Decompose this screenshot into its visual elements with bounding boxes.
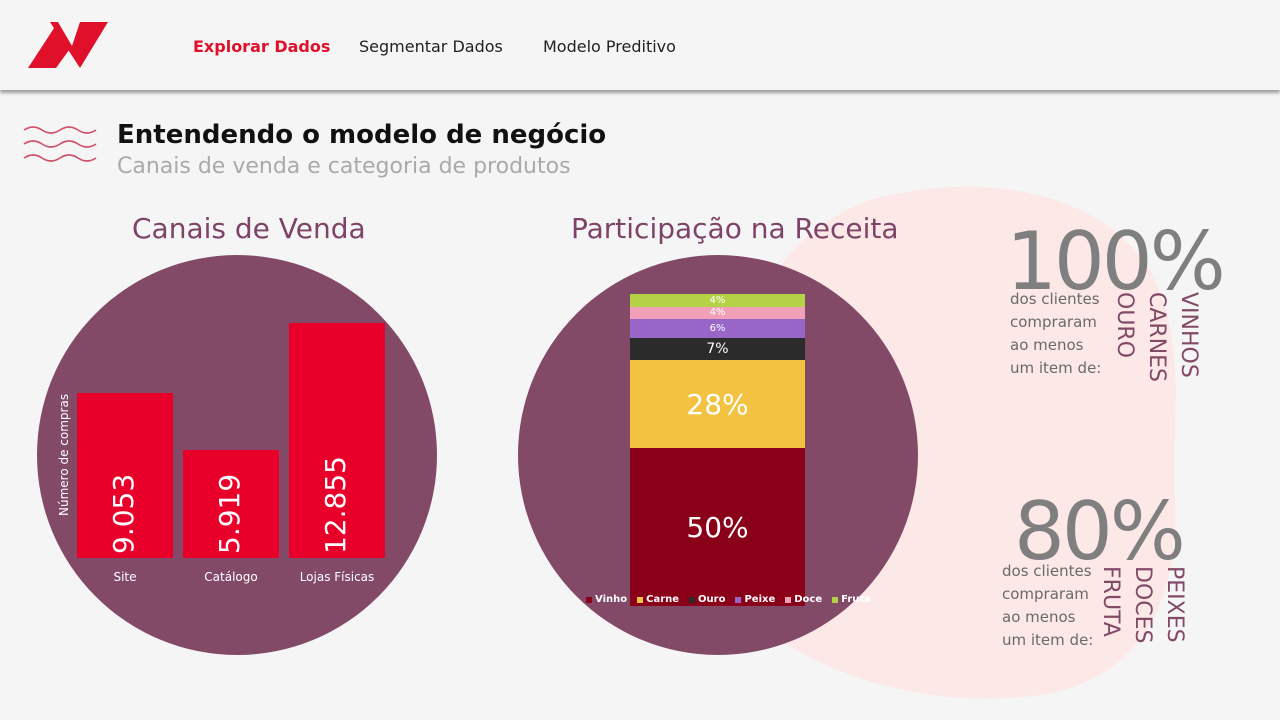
legend-item-carne: Carne (637, 594, 679, 605)
page-title: Entendendo o modelo de negócio (117, 120, 607, 150)
stat-2-category-fruta: FRUTA (1098, 566, 1123, 637)
legend-item-ouro: Ouro (689, 594, 725, 605)
legend-item-fruta: Fruta (832, 594, 871, 605)
chart-title-receita: Participação na Receita (571, 212, 899, 245)
chart-legend: Vinho Carne Ouro Peixe Doce Fruta (586, 594, 871, 605)
legend-swatch-fruta (832, 596, 839, 603)
stat-1-category-vinhos: VINHOS (1176, 292, 1201, 378)
category-label-lojas-fisicas: Lojas Físicas (299, 570, 375, 584)
legend-swatch-carne (637, 596, 644, 603)
segment-label-vinho: 50% (686, 510, 749, 544)
stat-caption-2-line: dos clientes (1002, 562, 1092, 580)
legend-swatch-ouro (689, 596, 696, 603)
y-axis-label: Número de compras (57, 393, 71, 516)
stack-segment-doce: 4% (630, 306, 805, 320)
stat-caption-2-line: ao menos (1002, 608, 1076, 626)
stat-caption-1-line: compraram (1010, 313, 1097, 331)
stat-caption-2-line: um item de: (1002, 631, 1094, 649)
top-navigation-bar: Explorar Dados Segmentar Dados Modelo Pr… (0, 0, 1280, 90)
stat-caption-2: dos clientes compraram ao menos um item … (1002, 560, 1112, 652)
segment-label-doce: 4% (709, 307, 726, 319)
segment-label-ouro: 7% (706, 341, 729, 358)
legend-item-doce: Doce (785, 594, 822, 605)
nav-tab-explorar-dados[interactable]: Explorar Dados (193, 37, 330, 56)
category-label-catalogo: Catálogo (204, 570, 258, 584)
legend-label-carne: Carne (646, 594, 680, 605)
legend-label-vinho: Vinho (595, 594, 628, 605)
stat-1-category-carnes: CARNES (1144, 292, 1169, 383)
stat-caption-1-line: dos clientes (1010, 290, 1100, 308)
legend-label-fruta: Fruta (841, 594, 871, 605)
legend-label-peixe: Peixe (744, 594, 776, 605)
stat-caption-1-line: ao menos (1010, 336, 1084, 354)
stack-segment-ouro: 7% (630, 338, 805, 361)
segment-label-peixe: 6% (709, 323, 726, 335)
bar-value-site: 9.053 (107, 473, 140, 554)
stat-caption-2-line: compraram (1002, 585, 1089, 603)
stat-caption-1-line: um item de: (1010, 359, 1102, 377)
legend-label-ouro: Ouro (698, 594, 726, 605)
stat-caption-1: dos clientes compraram ao menos um item … (1010, 288, 1120, 380)
decorative-waves-icon (23, 126, 97, 162)
legend-swatch-peixe (735, 596, 742, 603)
stat-1-category-ouro: OURO (1112, 292, 1137, 359)
legend-item-peixe: Peixe (735, 594, 775, 605)
bar-value-catalogo: 5.919 (213, 473, 246, 554)
segment-label-fruta: 4% (709, 294, 726, 306)
legend-swatch-vinho (586, 596, 592, 603)
brand-logo-icon[interactable] (28, 20, 108, 70)
legend-swatch-doce (785, 596, 792, 603)
category-label-site: Site (113, 570, 137, 584)
nav-tab-segmentar-dados[interactable]: Segmentar Dados (359, 37, 503, 56)
stack-segment-vinho: 50% (630, 448, 805, 606)
stat-2-category-doces: DOCES (1130, 566, 1155, 644)
chart-title-canais: Canais de Venda (132, 212, 366, 245)
stack-segment-fruta: 4% (630, 294, 805, 307)
stack-segment-carne: 28% (630, 360, 805, 449)
legend-label-doce: Doce (794, 594, 823, 605)
stat-2-category-peixes: PEIXES (1162, 566, 1187, 643)
nav-tab-modelo-preditivo[interactable]: Modelo Preditivo (543, 37, 676, 56)
segment-label-carne: 28% (686, 387, 749, 421)
bar-value-lojas-fisicas: 12.855 (319, 456, 352, 554)
legend-item-vinho: Vinho (586, 594, 627, 605)
page-subtitle: Canais de venda e categoria de produtos (117, 154, 571, 179)
stack-segment-peixe: 6% (630, 319, 805, 339)
